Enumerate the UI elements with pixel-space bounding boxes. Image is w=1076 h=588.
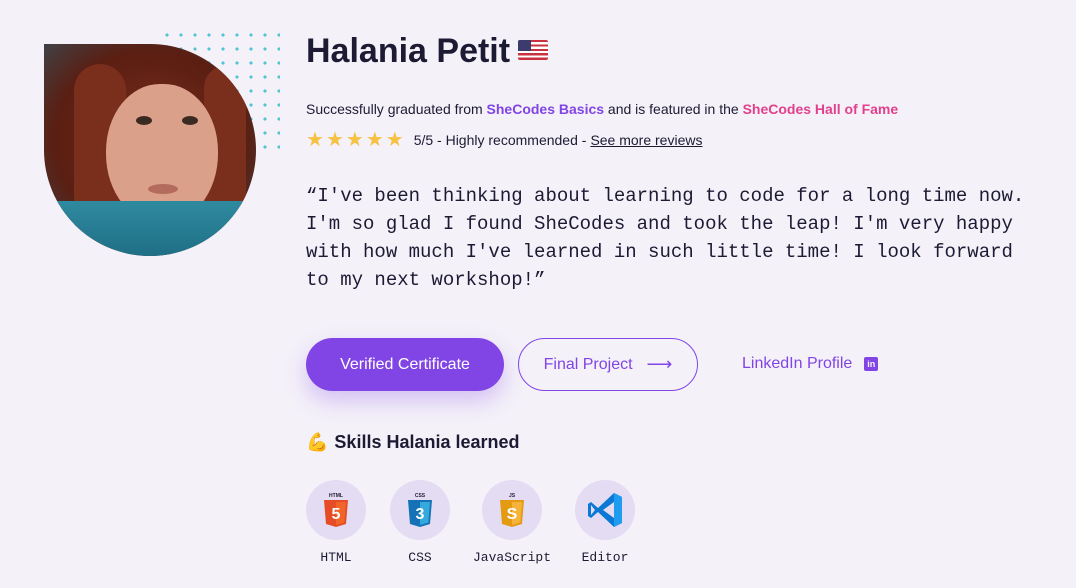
star-icon: ★: [345, 129, 364, 151]
vscode-icon: [588, 493, 622, 527]
star-icon: ★: [385, 129, 404, 151]
skill-css: CSS 3 CSS: [380, 480, 460, 565]
svg-text:5: 5: [332, 506, 341, 523]
skill-javascript: JS S JavaScript: [472, 480, 552, 565]
svg-text:JS: JS: [509, 493, 516, 499]
skill-label: JavaScript: [472, 550, 551, 565]
flexed-biceps-icon: 💪: [306, 432, 329, 452]
hall-of-fame-link[interactable]: SheCodes Hall of Fame: [743, 101, 899, 117]
star-icon: ★: [365, 129, 384, 151]
skills-heading: 💪 Skills Halania learned: [306, 432, 520, 452]
skill-html: HTML 5 HTML: [296, 480, 376, 565]
skill-editor: Editor: [565, 480, 645, 565]
profile-name: Halania Petit: [306, 32, 549, 71]
svg-text:CSS: CSS: [415, 493, 426, 499]
linkedin-profile-link[interactable]: LinkedIn Profile in: [742, 355, 879, 373]
star-icon: ★: [306, 129, 324, 151]
testimonial-quote: “I've been thinking about learning to co…: [306, 185, 1025, 291]
rating: ★ ★ ★ ★ ★ 5/5 - Highly recommended - See…: [306, 130, 702, 150]
star-icon: ★: [325, 129, 344, 151]
arrow-right-icon: ⟶: [646, 354, 673, 374]
html5-icon: HTML 5: [324, 493, 348, 527]
shecodes-basics-link[interactable]: SheCodes Basics: [487, 101, 605, 117]
skill-label: HTML: [320, 550, 352, 565]
skill-label: CSS: [408, 550, 432, 565]
see-more-reviews-link[interactable]: See more reviews: [590, 132, 702, 148]
rating-text: 5/5 - Highly recommended -: [413, 132, 587, 148]
css3-icon: CSS 3: [408, 493, 432, 527]
graduation-text: Successfully graduated from SheCodes Bas…: [306, 101, 899, 117]
us-flag-icon: [518, 40, 549, 61]
linkedin-icon: in: [864, 357, 879, 371]
final-project-button[interactable]: Final Project ⟶: [518, 338, 698, 391]
svg-text:S: S: [507, 506, 518, 523]
skill-label: Editor: [581, 550, 629, 565]
js-icon: JS S: [500, 493, 524, 527]
svg-text:3: 3: [416, 506, 425, 523]
verified-certificate-button[interactable]: Verified Certificate: [306, 338, 504, 391]
svg-text:HTML: HTML: [329, 493, 343, 499]
avatar: [44, 44, 256, 256]
